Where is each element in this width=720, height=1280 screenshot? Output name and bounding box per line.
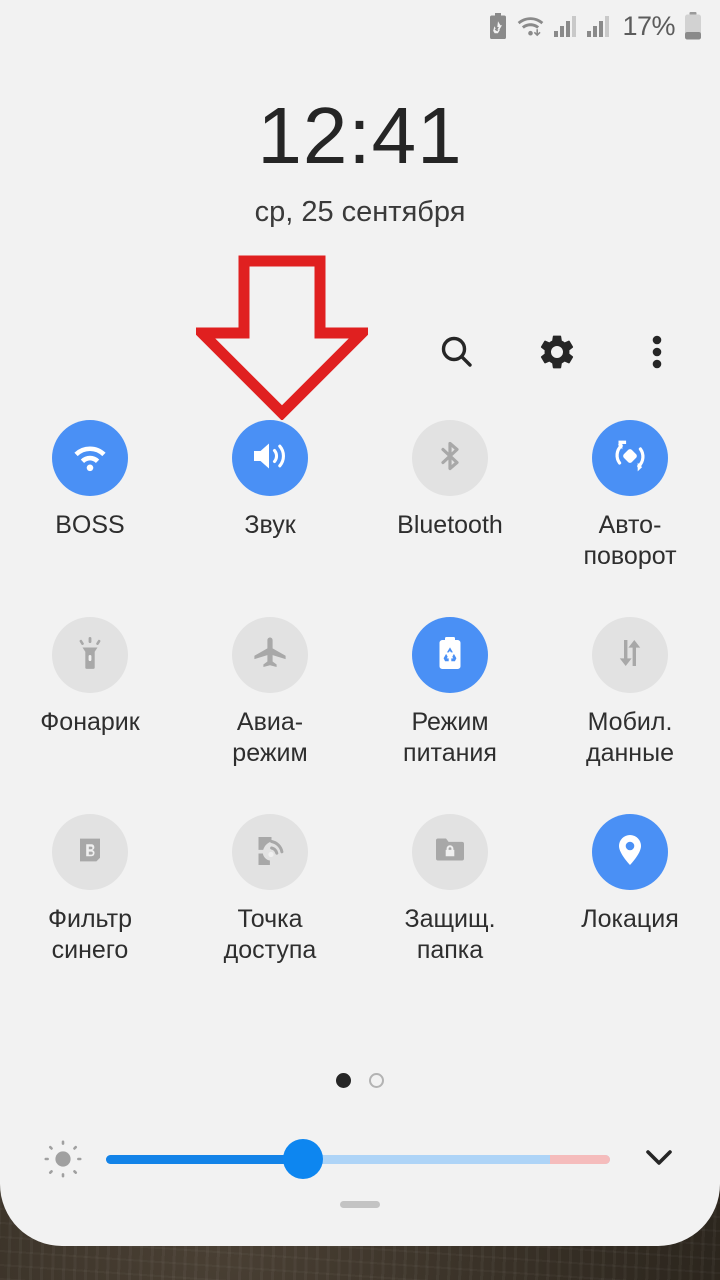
signal-sim2-icon	[587, 14, 611, 38]
tile-label: Фонарик	[40, 708, 140, 736]
tile-icon-wrapper	[412, 617, 488, 693]
slider-warning-zone	[549, 1154, 610, 1164]
tile-icon-wrapper	[232, 420, 308, 496]
sound-icon	[249, 435, 291, 482]
brightness-sun-icon	[34, 1130, 92, 1188]
page-indicator	[0, 1073, 720, 1088]
mobile-data-icon	[612, 635, 648, 676]
tile-label: Защищ. папка	[404, 905, 496, 964]
tile-icon-wrapper	[592, 420, 668, 496]
clock-block[interactable]: 12:41 ср, 25 сентября	[0, 96, 720, 229]
tile-wifi-boss[interactable]: BOSS	[0, 420, 180, 571]
tile-icon-wrapper	[52, 420, 128, 496]
battery-saver-icon	[488, 13, 508, 39]
brightness-row	[0, 1130, 720, 1188]
battery-percent-label: 17%	[622, 10, 675, 41]
settings-button[interactable]	[530, 325, 584, 379]
overflow-menu-icon	[652, 332, 662, 372]
battery-low-icon	[684, 12, 702, 40]
tile-label: Авто- поворот	[583, 511, 677, 570]
auto-rotate-icon	[608, 434, 652, 483]
flashlight-icon	[70, 633, 110, 678]
tile-icon-wrapper	[592, 617, 668, 693]
tile-label: Локация	[581, 905, 679, 933]
tile-label: Звук	[244, 511, 296, 539]
search-button[interactable]	[430, 325, 484, 379]
tile-secure-folder[interactable]: Защищ. папка	[360, 814, 540, 965]
wifi-icon	[68, 434, 112, 483]
tile-power-saving[interactable]: Режим питания	[360, 617, 540, 768]
tile-bluetooth[interactable]: Bluetooth	[360, 420, 540, 571]
tile-airplane-mode[interactable]: Авиа- режим	[180, 617, 360, 768]
tile-label: Мобил. данные	[586, 708, 674, 767]
tile-icon-wrapper	[232, 814, 308, 890]
quick-settings-panel: 17% 12:41 ср, 25 сентября BOSS Звук Blue…	[0, 0, 720, 1246]
tile-icon-wrapper	[412, 814, 488, 890]
gear-icon	[537, 332, 577, 372]
tile-location[interactable]: Локация	[540, 814, 720, 965]
location-pin-icon	[611, 831, 649, 874]
tile-icon-wrapper	[592, 814, 668, 890]
search-icon	[437, 332, 477, 372]
tile-label: Фильтр синего	[48, 905, 132, 964]
tile-blue-light-filter[interactable]: Фильтр синего	[0, 814, 180, 965]
tile-label: BOSS	[55, 511, 125, 539]
tile-label: Режим питания	[403, 708, 497, 767]
page-dot-1[interactable]	[336, 1073, 351, 1088]
tile-label: Точка доступа	[223, 905, 317, 964]
annotation-arrow-down-icon	[196, 255, 368, 420]
wifi-icon	[517, 14, 545, 38]
tile-icon-wrapper	[412, 420, 488, 496]
slider-thumb[interactable]	[282, 1139, 323, 1179]
bluetooth-icon	[430, 436, 470, 481]
tile-mobile-data[interactable]: Мобил. данные	[540, 617, 720, 768]
slider-track	[106, 1154, 610, 1164]
signal-sim1-icon	[554, 14, 578, 38]
overflow-menu-button[interactable]	[630, 325, 684, 379]
quick-settings-tiles: BOSS Звук Bluetooth Авто- поворот Фонари…	[0, 420, 720, 965]
hotspot-icon	[252, 832, 288, 873]
tile-icon-wrapper	[232, 617, 308, 693]
tile-label: Bluetooth	[397, 511, 503, 539]
page-dot-2[interactable]	[369, 1073, 384, 1088]
header-actions	[430, 325, 684, 379]
clock-time[interactable]: 12:41	[0, 96, 720, 176]
chevron-down-icon	[640, 1138, 678, 1181]
status-bar: 17%	[488, 0, 720, 52]
airplane-icon	[250, 633, 290, 678]
tile-label: Авиа- режим	[232, 708, 308, 767]
tile-flashlight[interactable]: Фонарик	[0, 617, 180, 768]
tile-sound[interactable]: Звук	[180, 420, 360, 571]
slider-fill	[106, 1154, 303, 1164]
tile-auto-rotate[interactable]: Авто- поворот	[540, 420, 720, 571]
tile-icon-wrapper	[52, 814, 128, 890]
expand-brightness-button[interactable]	[632, 1132, 686, 1186]
power-saving-icon	[431, 634, 469, 677]
drag-handle[interactable]	[340, 1201, 380, 1208]
brightness-slider[interactable]	[106, 1139, 610, 1179]
tile-hotspot[interactable]: Точка доступа	[180, 814, 360, 965]
clock-date[interactable]: ср, 25 сентября	[0, 196, 720, 229]
blue-light-filter-icon	[73, 833, 107, 872]
tile-icon-wrapper	[52, 617, 128, 693]
secure-folder-icon	[432, 832, 468, 873]
